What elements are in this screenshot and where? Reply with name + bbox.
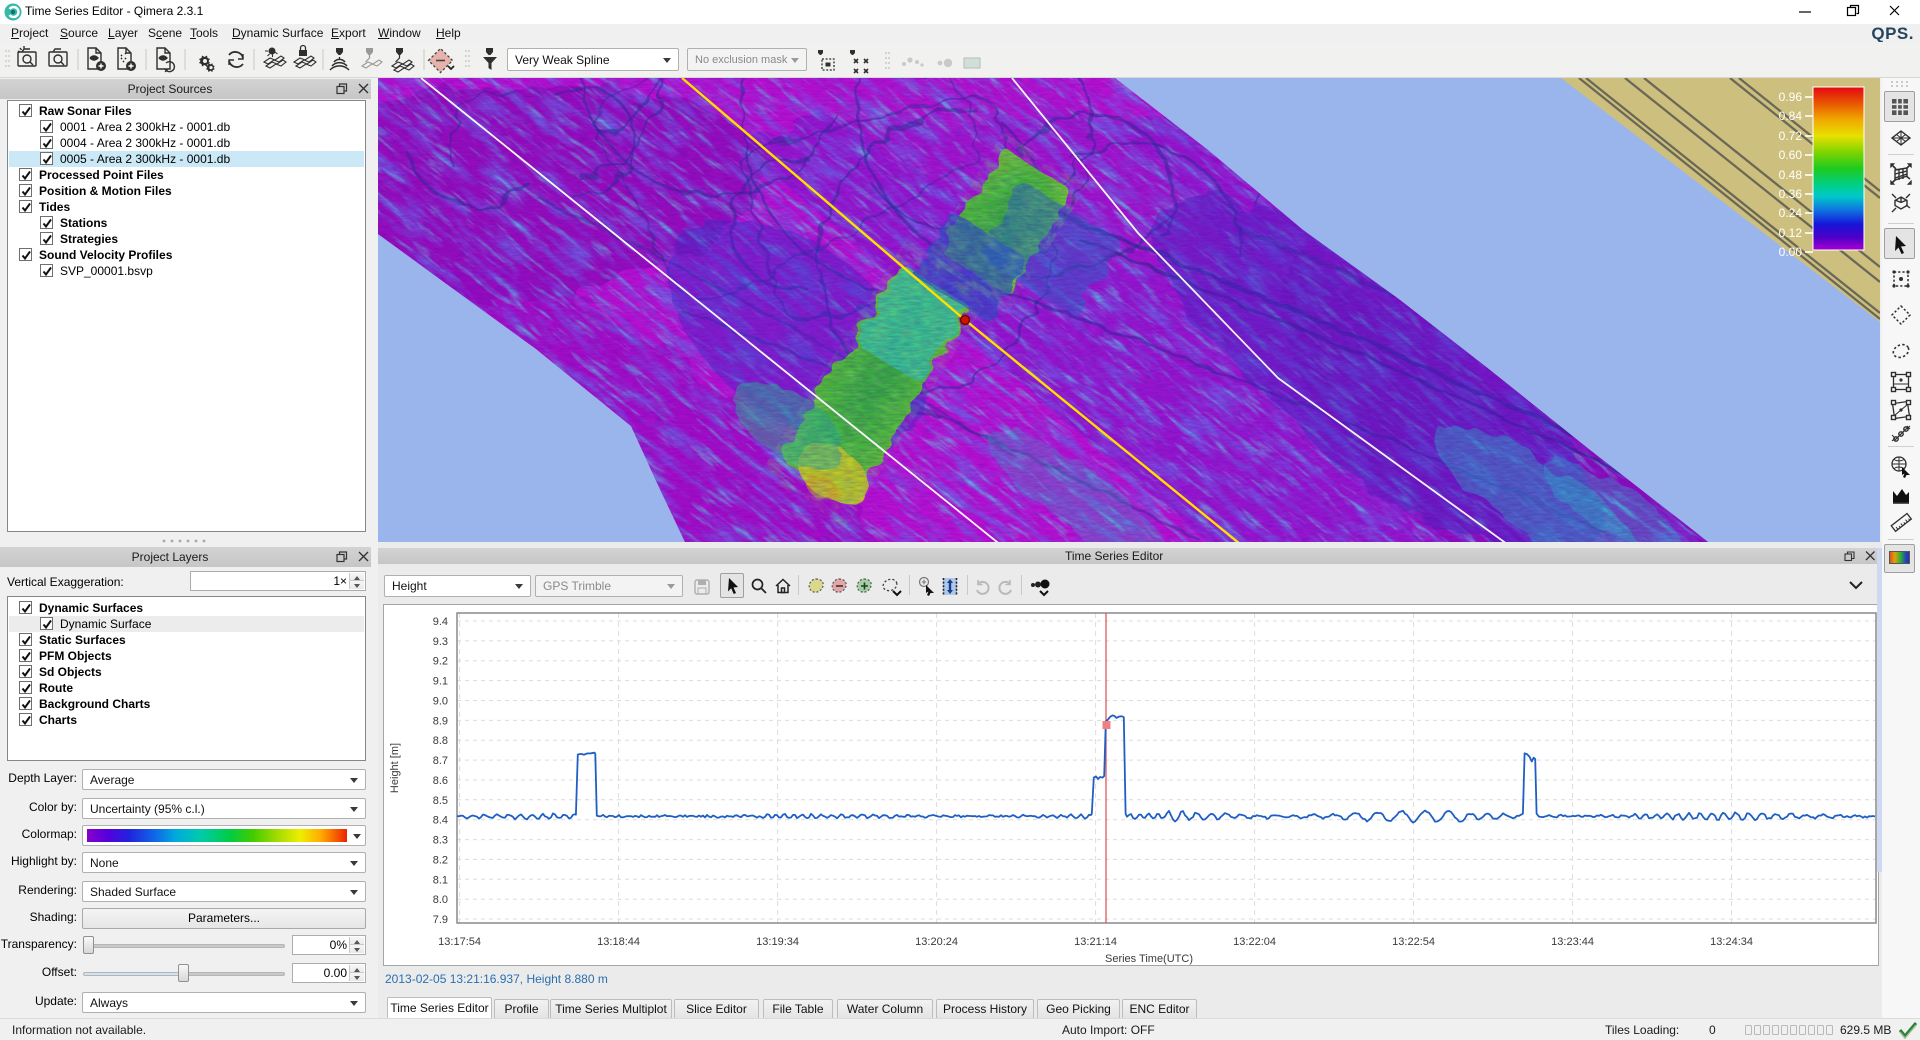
svg-text:8.4: 8.4 bbox=[433, 815, 448, 827]
svg-text:0.00: 0.00 bbox=[1779, 245, 1803, 259]
svg-text:13:24:34: 13:24:34 bbox=[1710, 936, 1753, 948]
svg-text:8.8: 8.8 bbox=[433, 735, 448, 747]
svg-text:8.6: 8.6 bbox=[433, 775, 448, 787]
svg-text:9.1: 9.1 bbox=[433, 676, 448, 688]
svg-text:0.36: 0.36 bbox=[1779, 187, 1803, 201]
svg-text:0.60: 0.60 bbox=[1779, 148, 1803, 162]
svg-text:8.1: 8.1 bbox=[433, 874, 448, 886]
svg-text:13:22:04: 13:22:04 bbox=[1233, 936, 1276, 948]
svg-text:8.5: 8.5 bbox=[433, 795, 448, 807]
svg-text:8.2: 8.2 bbox=[433, 854, 448, 866]
svg-text:8.3: 8.3 bbox=[433, 835, 448, 847]
svg-text:9.4: 9.4 bbox=[433, 616, 448, 628]
svg-text:9.3: 9.3 bbox=[433, 636, 448, 648]
svg-text:0.96: 0.96 bbox=[1779, 90, 1803, 104]
svg-text:13:21:14: 13:21:14 bbox=[1074, 936, 1117, 948]
svg-text:0.48: 0.48 bbox=[1779, 168, 1803, 182]
svg-text:0.24: 0.24 bbox=[1779, 206, 1803, 220]
svg-text:0.84: 0.84 bbox=[1779, 109, 1803, 123]
svg-text:8.9: 8.9 bbox=[433, 715, 448, 727]
svg-text:0.72: 0.72 bbox=[1779, 129, 1803, 143]
svg-text:13:23:44: 13:23:44 bbox=[1551, 936, 1594, 948]
svg-text:8.0: 8.0 bbox=[433, 894, 448, 906]
svg-text:Series Time(UTC): Series Time(UTC) bbox=[1105, 953, 1193, 965]
svg-text:13:22:54: 13:22:54 bbox=[1392, 936, 1435, 948]
svg-text:0.12: 0.12 bbox=[1779, 226, 1803, 240]
svg-text:8.7: 8.7 bbox=[433, 755, 448, 767]
svg-text:9.2: 9.2 bbox=[433, 656, 448, 668]
svg-text:7.9: 7.9 bbox=[433, 914, 448, 926]
svg-text:Height [m]: Height [m] bbox=[389, 743, 401, 793]
svg-text:13:17:54: 13:17:54 bbox=[438, 936, 481, 948]
svg-text:13:19:34: 13:19:34 bbox=[756, 936, 799, 948]
svg-text:9.0: 9.0 bbox=[433, 696, 448, 708]
svg-text:13:18:44: 13:18:44 bbox=[597, 936, 640, 948]
svg-text:13:20:24: 13:20:24 bbox=[915, 936, 958, 948]
